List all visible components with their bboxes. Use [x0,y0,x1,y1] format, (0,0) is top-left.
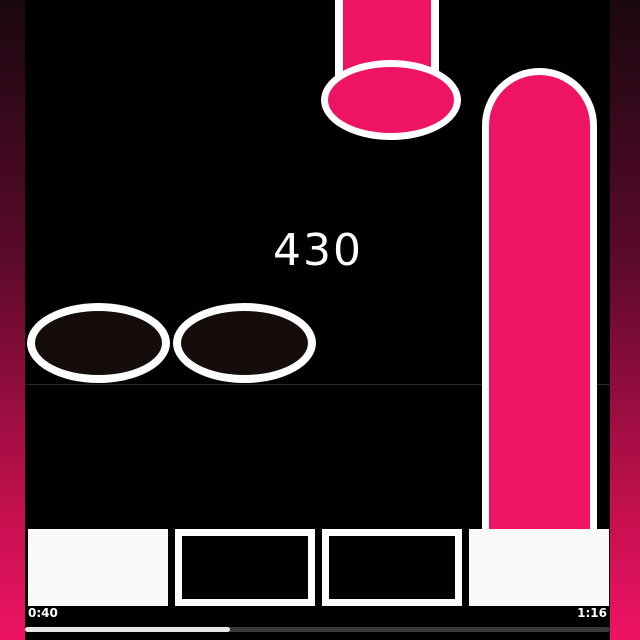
lane-pad-3[interactable] [322,529,462,606]
tap-note-lane-2[interactable] [173,303,316,383]
hold-note-lane-4 [482,68,597,548]
lane-pad-2[interactable] [175,529,315,606]
hold-note-head-lane-3 [321,60,461,140]
game-screen: 430 0:40 1:16 [0,0,640,640]
total-time: 1:16 [577,606,607,620]
tap-note-lane-1[interactable] [27,303,170,383]
playback-progress-fill [25,627,230,632]
elapsed-time: 0:40 [28,606,58,620]
lane-pad-1[interactable] [28,529,168,606]
playback-progress-bar[interactable] [25,627,610,632]
score-counter: 430 [273,225,363,276]
lane-pad-4[interactable] [469,529,609,606]
play-field[interactable]: 430 0:40 1:16 [25,0,610,640]
